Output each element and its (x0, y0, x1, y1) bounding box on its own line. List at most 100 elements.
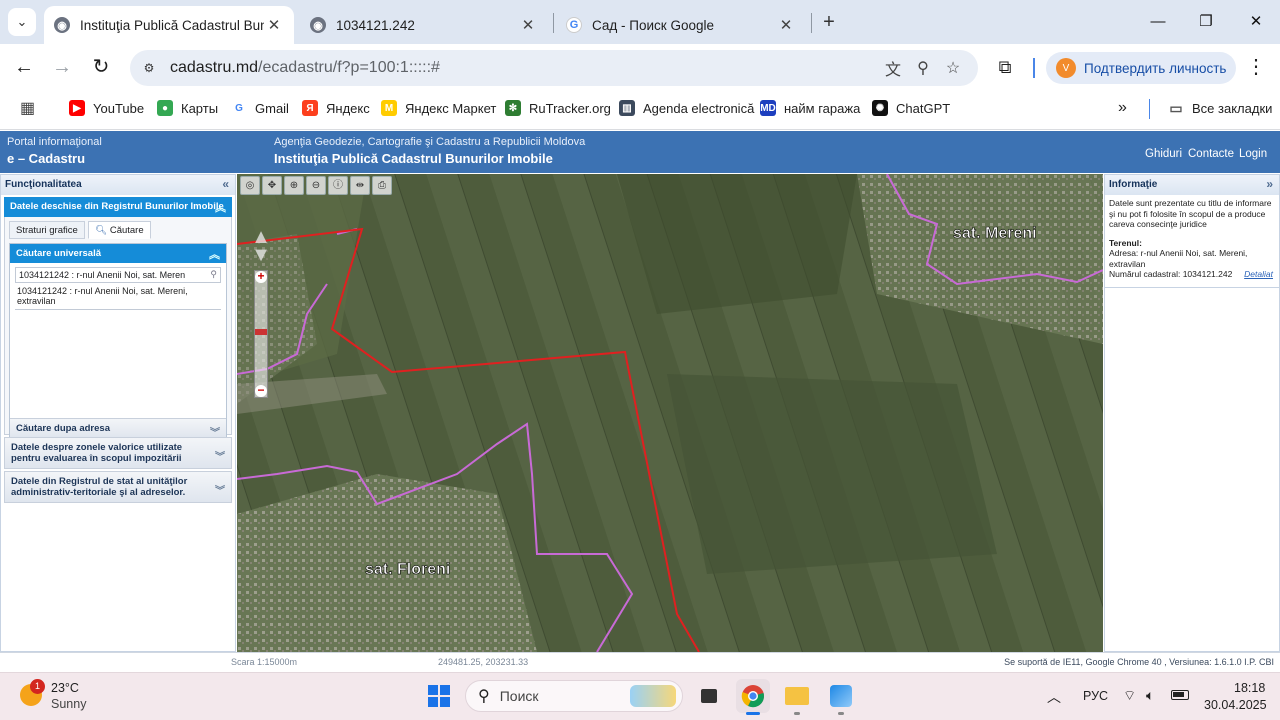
file-explorer-icon[interactable] (780, 679, 814, 713)
weather-badge: 1 (30, 679, 45, 694)
extensions-icon[interactable]: ⧉ (992, 55, 1018, 81)
chevron-up-icon[interactable]: ︽ (215, 199, 226, 215)
weather-temp[interactable]: 23°C (51, 681, 79, 695)
chevron-down-icon[interactable]: ︾ (215, 482, 225, 497)
battery-icon[interactable] (1171, 690, 1189, 700)
yandex-market-icon: M (381, 100, 397, 116)
zoom-out-icon[interactable]: − (255, 384, 267, 397)
photos-icon[interactable] (824, 679, 858, 713)
tab-cadastru[interactable]: ◉ Instituţia Publică Cadastrul Bunuril ✕ (44, 6, 294, 44)
collapse-right-icon[interactable]: » (1266, 177, 1273, 191)
section-admin-register[interactable]: Datele din Registrul de stat al unităţil… (4, 471, 232, 503)
weather-desc: Sunny (51, 697, 87, 711)
new-tab-button[interactable]: + (815, 8, 843, 36)
collapse-left-icon[interactable]: « (222, 177, 229, 191)
bookmark-item[interactable]: ✺ ChatGPT (872, 99, 950, 117)
close-tab-icon[interactable]: ✕ (264, 16, 284, 34)
more-menu-icon[interactable]: ⋮ (1243, 55, 1269, 81)
bookmark-item[interactable]: ● Карты (157, 99, 218, 117)
apps-grid-icon[interactable]: ▦ (20, 99, 35, 117)
tab-search[interactable]: 🔍︎ Căutare (88, 221, 151, 239)
bookmark-item[interactable]: MD найм гаража (760, 99, 860, 117)
site-info-icon[interactable]: ⚙ (138, 57, 160, 79)
bookmark-label: Яндекс Маркет (405, 100, 497, 116)
bookmark-star-icon[interactable]: ☆ (938, 58, 968, 78)
measure-icon[interactable]: ⇹ (350, 176, 370, 195)
tab-graphic-layers[interactable]: Straturi grafice (9, 221, 85, 239)
section-title: Datele din Registrul de stat al unităţil… (11, 476, 188, 498)
zoom-in-icon[interactable]: + (255, 270, 267, 283)
profile-label: Подтвердить личность (1084, 60, 1227, 76)
windows-start-icon[interactable] (422, 679, 456, 713)
field-patch (667, 374, 997, 574)
portal-title[interactable]: e – Cadastru (7, 151, 85, 166)
address-search-header[interactable]: Căutare dupa adresa ︾ (10, 418, 226, 439)
bookmark-item[interactable]: ✻ RuTracker.org (505, 99, 611, 117)
restore-icon[interactable]: ❐ (1184, 10, 1228, 34)
details-link[interactable]: Detaliat (1244, 269, 1273, 280)
bookmark-label: Agenda electronică (643, 100, 755, 116)
tray-overflow-icon[interactable]: ︿ (1047, 687, 1061, 707)
zoom-out-tool-icon[interactable]: ⊖ (306, 176, 326, 195)
search-icon[interactable]: ⚲ (210, 269, 217, 280)
bookmark-item[interactable]: M Яндекс Маркет (381, 99, 496, 117)
info-panel: Informaţie » Datele sunt prezentate cu t… (1104, 174, 1280, 652)
search-input[interactable]: 1034121242 : r-nul Anenii Noi, sat. Mere… (15, 267, 221, 283)
chevron-up-icon[interactable]: ︽ (209, 246, 220, 262)
more-bookmarks-icon[interactable]: » (1118, 99, 1127, 117)
satellite-map[interactable]: sat. Mereni sat. Floreni (237, 174, 1103, 652)
wifi-icon[interactable]: ⌔ (1123, 687, 1136, 705)
back-arrow-icon[interactable]: ← (11, 55, 37, 81)
taskbar-search[interactable]: ⚲ Поиск (465, 680, 683, 712)
url-path: /ecadastru/f?p=100:1:::::# (258, 59, 440, 76)
link-ghiduri[interactable]: Ghiduri (1145, 148, 1182, 160)
zoom-in-tool-icon[interactable]: ⊕ (284, 176, 304, 195)
pan-arrows-icon[interactable]: ▲ ▼ (248, 227, 274, 268)
all-bookmarks-button[interactable]: ▭ Все закладки (1168, 99, 1272, 117)
tab-1034121[interactable]: ◉ 1034121.242 ✕ (300, 6, 548, 44)
map-view[interactable]: sat. Mereni sat. Floreni (237, 174, 1103, 652)
clock-time[interactable]: 18:18 (1234, 681, 1265, 695)
map-toolbar: ◎ ✥ ⊕ ⊖ ⓘ ⇹ ⎙ (240, 176, 392, 196)
tab-google-search[interactable]: G Сад - Поиск Google ✕ (556, 6, 806, 44)
close-window-icon[interactable]: ✕ (1234, 10, 1278, 34)
pan-icon[interactable]: ✥ (262, 176, 282, 195)
section-value-zones[interactable]: Datele despre zonele valorice utilizate … (4, 437, 232, 469)
close-tab-icon[interactable]: ✕ (518, 16, 538, 34)
bookmark-item[interactable]: Я Яндекс (302, 99, 370, 117)
language-indicator[interactable]: РУС (1083, 689, 1108, 703)
globe-icon[interactable]: ◎ (240, 176, 260, 195)
info-tool-icon[interactable]: ⓘ (328, 176, 348, 195)
forward-arrow-icon[interactable]: → (49, 55, 75, 81)
volume-icon[interactable]: 🔈︎ (1146, 687, 1154, 704)
chevron-down-icon[interactable]: ︾ (215, 448, 225, 463)
zoom-slider-handle[interactable] (255, 329, 267, 335)
minimize-icon[interactable]: — (1136, 10, 1180, 34)
bookmark-item[interactable]: ▶ YouTube (69, 99, 144, 117)
bookmark-item[interactable]: ▥ Agenda electronică (619, 99, 754, 117)
link-login[interactable]: Login (1239, 148, 1267, 160)
zoom-slider[interactable]: + − (254, 270, 268, 398)
bookmark-item[interactable]: G Gmail (231, 99, 289, 117)
tab-search-label: Căutare (109, 225, 144, 236)
zoom-icon[interactable]: ⚲ (908, 58, 938, 78)
map-label-floreni: sat. Floreni (365, 561, 450, 578)
maps-pin-icon: ● (157, 100, 173, 116)
section-open-data-header[interactable]: Datele deschise din Registrul Bunurilor … (4, 197, 232, 217)
search-result-item[interactable]: 1034121242 : r-nul Anenii Noi, sat. Mere… (15, 283, 221, 310)
tab-search-button[interactable]: ⌄ (8, 8, 36, 36)
task-view-icon[interactable] (692, 679, 726, 713)
close-tab-icon[interactable]: ✕ (776, 16, 796, 34)
translate-icon[interactable]: 文 (878, 56, 908, 80)
profile-button[interactable]: V Подтвердить личность (1046, 52, 1236, 84)
universal-search-header[interactable]: Căutare universală ︽ (10, 244, 226, 263)
print-icon[interactable]: ⎙ (372, 176, 392, 195)
url-text[interactable]: cadastru.md/ecadastru/f?p=100:1:::::# (170, 59, 878, 77)
link-contacte[interactable]: Contacte (1188, 148, 1234, 160)
reload-icon[interactable]: ↻ (88, 55, 114, 81)
app-indicator (838, 712, 844, 715)
chrome-taskbar-icon[interactable] (736, 679, 770, 713)
toolbar-divider (1033, 58, 1035, 78)
clock-date[interactable]: 30.04.2025 (1204, 698, 1267, 712)
address-bar[interactable]: ⚙ cadastru.md/ecadastru/f?p=100:1:::::# … (130, 50, 978, 86)
